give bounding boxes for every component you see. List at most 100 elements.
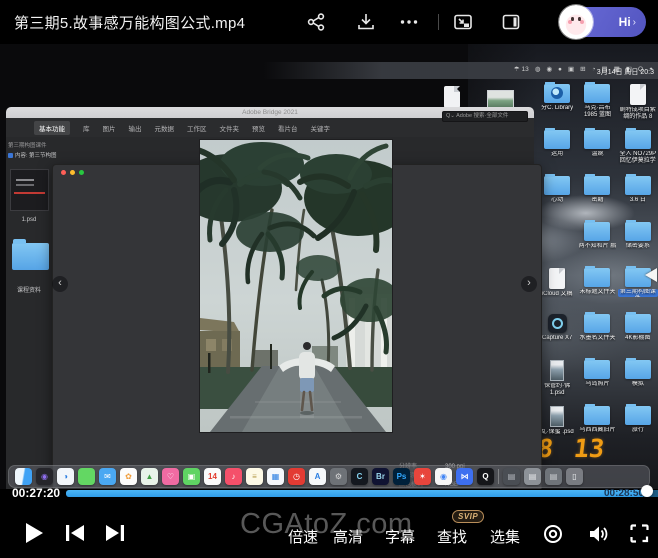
desktop-item[interactable]: 分C. Library [537, 82, 577, 128]
dock-app-icon[interactable]: ▣ [183, 468, 200, 485]
folder-icon[interactable] [584, 406, 610, 425]
bridge-tab[interactable]: 文件夹 [220, 123, 240, 133]
desktop-item[interactable]: 3.6 日 [618, 174, 658, 220]
bridge-tab[interactable]: 工作区 [187, 123, 207, 133]
folder-icon[interactable] [625, 406, 651, 425]
desktop-item[interactable]: 心动 [537, 174, 577, 220]
quality-button[interactable]: 高清 [333, 526, 363, 547]
bridge-breadcrumb[interactable]: 第三期构图课件 [8, 141, 128, 149]
folder-icon[interactable] [625, 314, 651, 333]
desktop-item[interactable]: 4K影棚图 [618, 312, 658, 358]
desktop-item[interactable]: 水墨名文件夹 [577, 312, 617, 358]
dock-app-icon[interactable]: ▦ [267, 468, 284, 485]
folder-icon[interactable] [544, 130, 570, 149]
desktop-item[interactable]: iCloud 文稿 [537, 266, 577, 312]
dock-app-icon[interactable]: ✉ [99, 468, 116, 485]
desktop-file-icon[interactable] [444, 86, 460, 108]
dock-app-icon[interactable]: ⋈ [456, 468, 473, 485]
folder-icon[interactable] [544, 84, 570, 103]
folder-icon[interactable] [550, 360, 564, 381]
folder-icon[interactable] [584, 268, 610, 287]
desktop-item[interactable]: 马克·吕布 1985 蓝图 [577, 82, 617, 128]
dock-app-icon[interactable] [15, 468, 32, 485]
dock-app-icon[interactable]: ▤ [545, 468, 562, 485]
photo-preview[interactable] [200, 140, 392, 432]
dock-app-icon[interactable]: Ps [393, 468, 410, 485]
more-icon[interactable] [398, 11, 420, 33]
record-icon[interactable] [543, 524, 563, 544]
folder-icon[interactable] [544, 176, 570, 195]
dock-app-icon[interactable]: A [309, 468, 326, 485]
volume-icon[interactable] [588, 524, 609, 544]
progress-knob[interactable] [641, 485, 653, 497]
folder-icon[interactable] [584, 130, 610, 149]
bridge-tab[interactable]: 关键字 [311, 123, 331, 133]
dock-app-icon[interactable]: ◷ [288, 468, 305, 485]
desktop-item[interactable]: Capture X7 [537, 312, 577, 358]
dock-app-icon[interactable]: Br [372, 468, 389, 485]
psd-thumbnail[interactable] [10, 169, 49, 211]
dock-app-icon[interactable]: ✶ [414, 468, 431, 485]
previous-button[interactable] [66, 525, 84, 541]
dock-app-icon[interactable]: ◑ [57, 468, 74, 485]
dock-app-icon[interactable]: ♡ [162, 468, 179, 485]
desktop-item[interactable]: 密籍 [577, 174, 617, 220]
folder-icon[interactable] [625, 360, 651, 379]
course-folder-icon[interactable] [12, 243, 49, 270]
speed-button[interactable]: 倍速 [288, 526, 318, 547]
picture-in-picture-icon[interactable] [452, 11, 474, 33]
desktop-item[interactable]: 乌岛照片 [577, 358, 617, 404]
desktop-photo-icon[interactable] [487, 90, 514, 108]
folder-icon[interactable] [584, 314, 610, 333]
minimize-traffic-light[interactable] [70, 170, 75, 175]
dock-app-icon[interactable]: ≡ [246, 468, 263, 485]
dock-app-icon[interactable]: ▤ [503, 468, 520, 485]
mini-window-icon[interactable] [500, 11, 522, 33]
desktop-item[interactable]: 模拟 [618, 358, 658, 404]
desktop-item[interactable]: 全人 NO729P 回忆伊莫拉学 [618, 128, 658, 174]
desktop-item[interactable]: 两不知和片 鹏 [577, 220, 617, 266]
desktop-item[interactable]: 温婉 [577, 128, 617, 174]
progress-bar[interactable] [66, 490, 658, 497]
close-traffic-light[interactable] [61, 170, 66, 175]
folder-icon[interactable] [584, 176, 610, 195]
dock-app-icon[interactable]: ⚙ [330, 468, 347, 485]
bridge-tab[interactable]: 基本功能 [34, 121, 70, 135]
bridge-tab[interactable]: 库 [83, 123, 90, 133]
download-icon[interactable] [355, 11, 377, 33]
play-button[interactable] [24, 522, 44, 544]
fullscreen-icon[interactable] [630, 524, 649, 543]
dock-app-icon[interactable]: 14 [204, 468, 221, 485]
desktop-item[interactable]: 未标题文件夹 [577, 266, 617, 312]
episodes-button[interactable]: 选集 [490, 526, 520, 547]
folder-icon[interactable] [630, 84, 646, 105]
desktop-item[interactable]: 运用 [537, 128, 577, 174]
folder-icon[interactable] [625, 130, 651, 149]
dock-app-icon[interactable] [498, 469, 499, 484]
folder-icon[interactable] [625, 222, 651, 241]
bridge-search-input[interactable]: Q⌄ Adobe 搜索·全部文件 [442, 111, 528, 122]
bridge-tab[interactable]: 预览 [252, 123, 265, 133]
video-content[interactable]: ☂ 13◍◉●▣⊞◔▤▦◧Q◓ 3月14日 周日 20:3 分C. Librar… [0, 44, 658, 489]
desktop-item[interactable]: 旅行 [618, 404, 658, 450]
bridge-tab[interactable]: 看片台 [278, 123, 298, 133]
subtitles-button[interactable]: 字幕 [385, 526, 415, 547]
folder-icon[interactable] [625, 176, 651, 195]
bridge-tab[interactable]: 输出 [129, 123, 142, 133]
dock-app-icon[interactable]: ▤ [524, 468, 541, 485]
dock-app-icon[interactable]: ◉ [36, 468, 53, 485]
find-button[interactable]: 查找 [437, 526, 467, 547]
dock-app-icon[interactable]: ♪ [225, 468, 242, 485]
share-icon[interactable] [305, 11, 327, 33]
next-button[interactable] [106, 525, 124, 541]
folder-icon[interactable] [550, 406, 564, 427]
folder-icon[interactable] [584, 222, 610, 241]
desktop-item[interactable]: 剧特成项目紫绸的作品 8 [618, 82, 658, 128]
folder-icon[interactable] [548, 314, 567, 333]
dock-app-icon[interactable]: ◉ [435, 468, 452, 485]
zoom-traffic-light[interactable] [79, 170, 84, 175]
dock-app-icon[interactable]: C [351, 468, 368, 485]
dock-app-icon[interactable] [78, 468, 95, 485]
desktop-item[interactable]: 保管约·佛 1.psd [537, 358, 577, 404]
dock-app-icon[interactable]: Q [477, 468, 494, 485]
